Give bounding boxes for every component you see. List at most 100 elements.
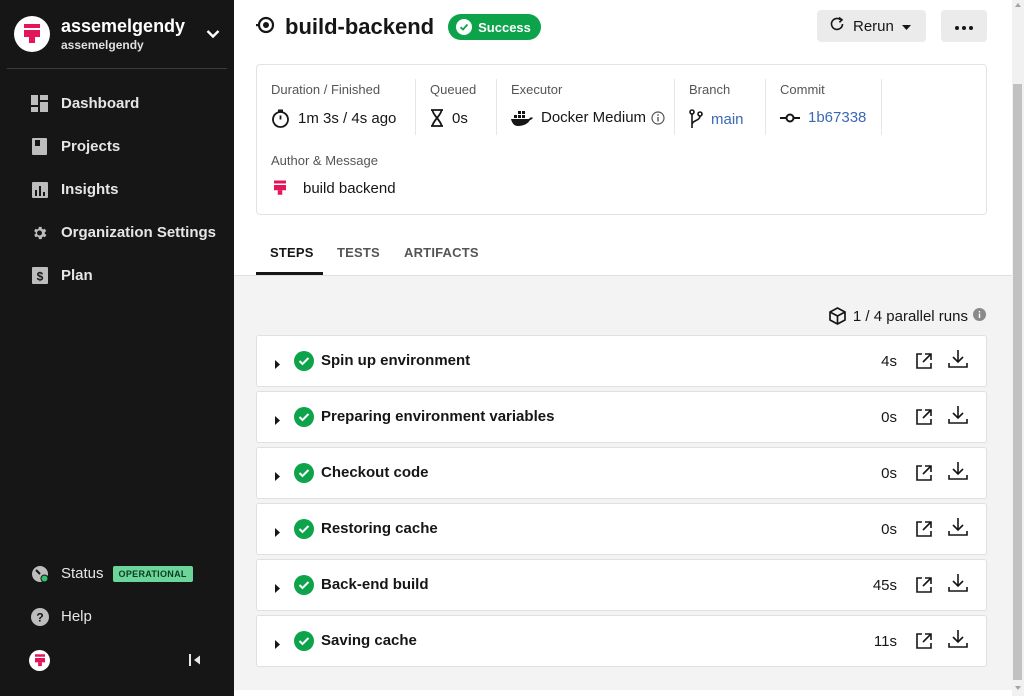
caret-right-icon[interactable] <box>275 524 281 542</box>
external-link-icon[interactable] <box>915 408 933 431</box>
step-name: Checkout code <box>321 464 429 481</box>
steps-panel: 1 / 4 parallel runs Spin up environment … <box>234 276 1012 690</box>
page-title: build-backend <box>285 14 435 39</box>
download-icon[interactable] <box>948 349 968 374</box>
help-icon: ? <box>31 607 49 626</box>
tab-steps[interactable]: STEPS <box>270 245 314 260</box>
sidebar-item-label: Organization Settings <box>61 224 217 241</box>
caret-right-icon[interactable] <box>275 356 281 374</box>
hourglass-icon <box>430 109 444 127</box>
more-icon <box>955 17 973 35</box>
sidebar-item-status[interactable]: Status OPERATIONAL <box>0 552 234 595</box>
check-circle-icon <box>294 631 314 651</box>
step-row[interactable]: Spin up environment 4s <box>256 335 987 387</box>
executor-field: Executor Docker Medium <box>497 65 674 137</box>
cube-icon <box>829 307 846 325</box>
queued-field: Queued 0s <box>416 65 496 137</box>
check-circle-icon <box>294 575 314 595</box>
status-label: Status <box>61 565 104 582</box>
tab-artifacts[interactable]: ARTIFACTS <box>404 245 479 260</box>
projects-icon <box>31 138 48 155</box>
step-duration: 4s <box>881 353 897 370</box>
parallel-runs[interactable]: 1 / 4 parallel runs <box>829 307 986 325</box>
step-name: Spin up environment <box>321 352 471 369</box>
external-link-icon[interactable] <box>915 352 933 375</box>
step-row[interactable]: Preparing environment variables 0s <box>256 391 987 443</box>
external-link-icon[interactable] <box>915 464 933 487</box>
branch-field: Branch main <box>675 65 765 137</box>
external-link-icon[interactable] <box>915 520 933 543</box>
download-icon[interactable] <box>948 573 968 598</box>
scroll-up-arrow-icon[interactable] <box>1015 3 1021 7</box>
caret-right-icon[interactable] <box>275 468 281 486</box>
queued-value: 0s <box>452 109 468 127</box>
author-label: Author & Message <box>271 153 378 168</box>
queued-label: Queued <box>430 82 477 97</box>
commit-message: build backend <box>303 179 396 197</box>
branch-link[interactable]: main <box>711 111 744 128</box>
circleci-logo-icon <box>34 654 45 667</box>
collapse-sidebar-icon[interactable] <box>188 653 202 672</box>
sidebar-item-projects[interactable]: Projects <box>0 125 234 168</box>
refresh-icon <box>829 16 845 36</box>
check-circle-icon <box>294 407 314 427</box>
download-icon[interactable] <box>948 517 968 542</box>
job-info-card: Duration / Finished 1m 3s / 4s ago Queue… <box>256 64 987 215</box>
scroll-down-arrow-icon[interactable] <box>1015 686 1021 690</box>
caret-right-icon[interactable] <box>275 580 281 598</box>
sidebar-item-organization-settings[interactable]: Organization Settings <box>0 211 234 254</box>
step-duration: 0s <box>881 521 897 538</box>
download-icon[interactable] <box>948 405 968 430</box>
executor-value: Docker Medium <box>541 109 647 126</box>
parallel-runs-label: 1 / 4 parallel runs <box>852 307 968 325</box>
sidebar-item-insights[interactable]: Insights <box>0 168 234 211</box>
executor-label: Executor <box>511 82 563 97</box>
check-circle-icon <box>294 351 314 371</box>
job-icon <box>256 15 276 40</box>
tab-tests[interactable]: TESTS <box>337 245 380 260</box>
tab-bar: STEPS TESTS ARTIFACTS <box>234 232 1012 276</box>
step-row[interactable]: Back-end build 45s <box>256 559 987 611</box>
info-icon[interactable] <box>973 307 986 325</box>
vertical-scrollbar[interactable] <box>1012 0 1024 696</box>
branch-icon <box>689 109 703 129</box>
caret-right-icon[interactable] <box>275 412 281 430</box>
external-link-icon[interactable] <box>915 632 933 655</box>
check-circle-icon <box>294 463 314 483</box>
job-header: build-backend Success <box>256 12 541 42</box>
step-duration: 0s <box>881 465 897 482</box>
commit-icon <box>780 113 800 123</box>
download-icon[interactable] <box>948 629 968 654</box>
duration-field: Duration / Finished 1m 3s / 4s ago <box>257 65 415 137</box>
check-icon <box>456 19 473 35</box>
duration-value: 1m 3s / 4s ago <box>298 110 397 127</box>
sidebar-item-plan[interactable]: $ Plan <box>0 254 234 297</box>
check-circle-icon <box>294 519 314 539</box>
step-row[interactable]: Saving cache 11s <box>256 615 987 667</box>
external-link-icon[interactable] <box>915 576 933 599</box>
caret-right-icon[interactable] <box>275 636 281 654</box>
chevron-down-icon[interactable] <box>206 26 220 44</box>
user-avatar[interactable] <box>29 650 50 671</box>
scrollbar-thumb[interactable] <box>1013 84 1022 680</box>
download-icon[interactable] <box>948 461 968 486</box>
rerun-label: Rerun <box>853 17 894 35</box>
caret-down-icon <box>901 18 911 35</box>
status-badge-label: Success <box>478 19 531 35</box>
step-row[interactable]: Restoring cache 0s <box>256 503 987 555</box>
step-name: Saving cache <box>321 632 417 649</box>
status-badge: Success <box>448 14 541 40</box>
help-label: Help <box>61 608 92 625</box>
insights-icon <box>31 181 48 198</box>
circleci-logo-icon <box>271 178 289 198</box>
rerun-button[interactable]: Rerun <box>817 10 926 42</box>
step-row[interactable]: Checkout code 0s <box>256 447 987 499</box>
info-icon[interactable] <box>651 110 665 125</box>
commit-link[interactable]: 1b67338 <box>808 109 866 126</box>
sidebar-item-help[interactable]: ? Help <box>0 595 234 638</box>
org-switcher[interactable]: assemelgendy assemelgendy <box>14 14 224 54</box>
more-options-button[interactable] <box>941 10 987 42</box>
sidebar-divider <box>7 68 227 69</box>
sidebar-item-dashboard[interactable]: Dashboard <box>0 82 234 125</box>
step-name: Back-end build <box>321 576 429 593</box>
